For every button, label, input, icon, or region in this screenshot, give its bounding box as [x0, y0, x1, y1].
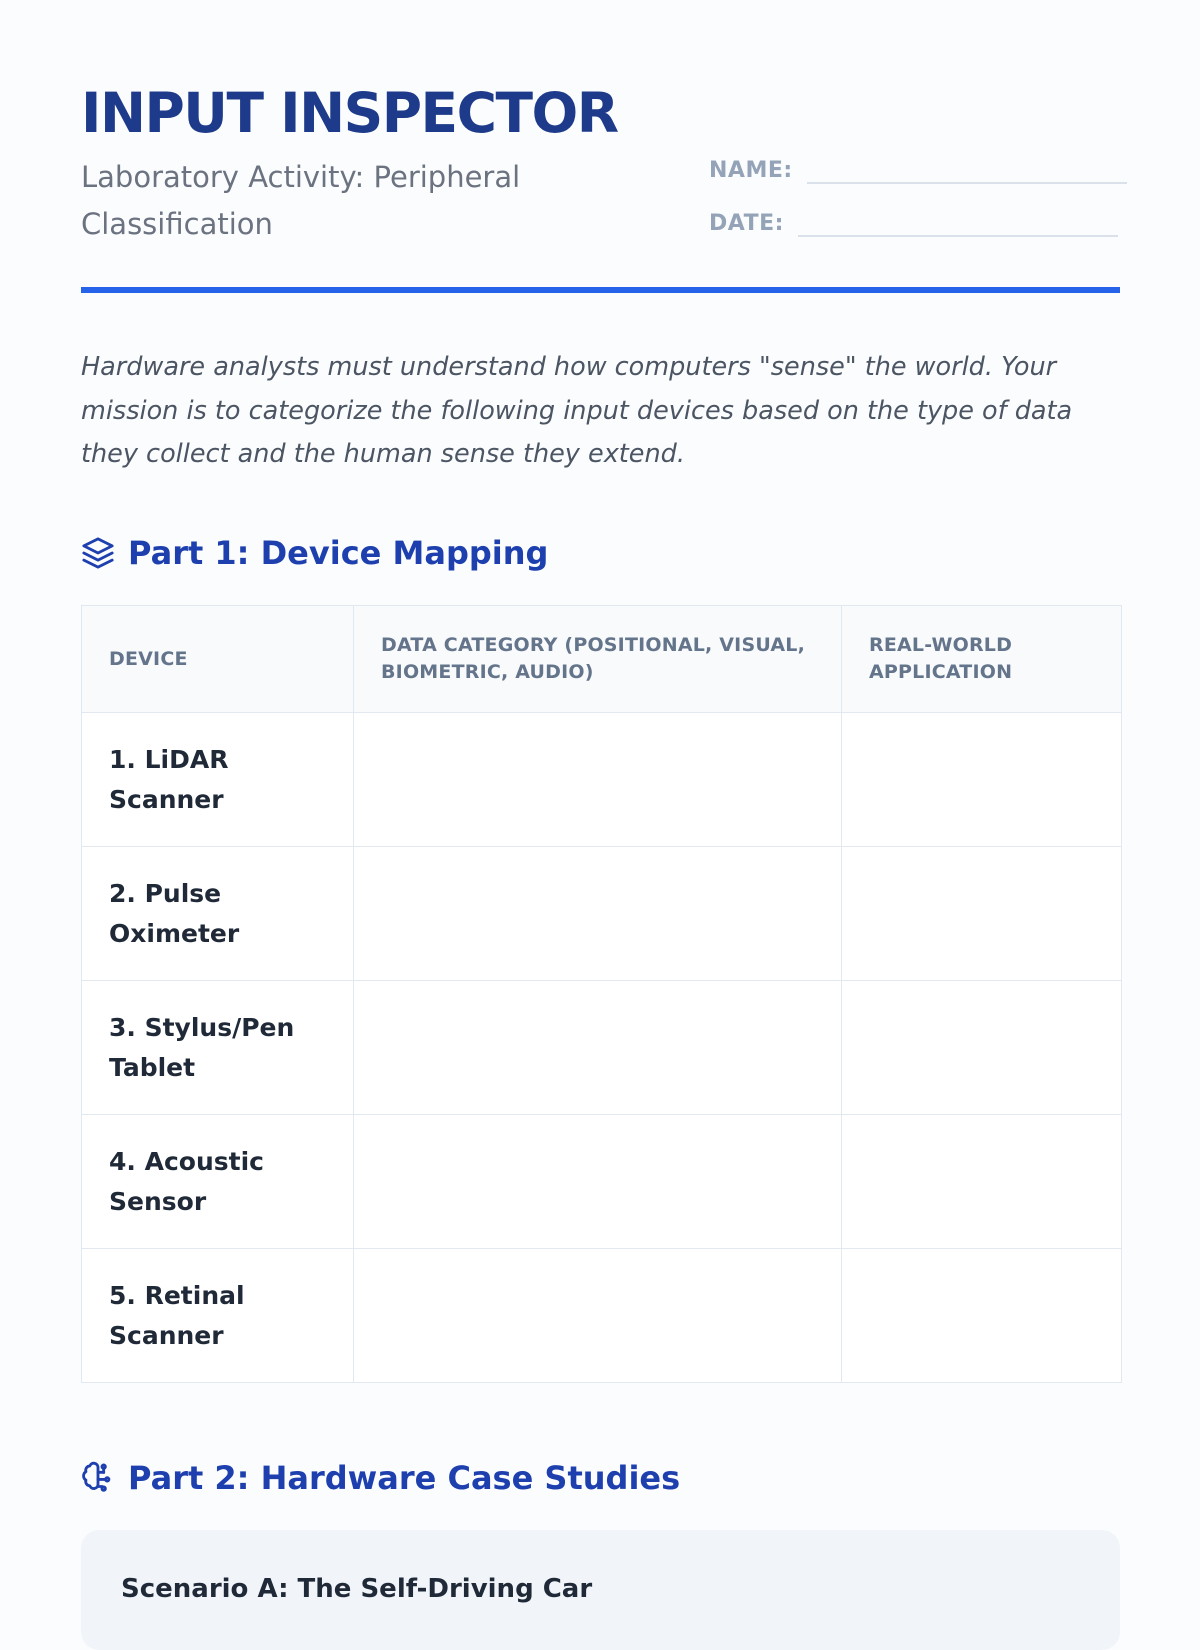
intro-paragraph: Hardware analysts must understand how co…	[81, 352, 1073, 469]
category-answer-cell[interactable]	[353, 1114, 842, 1249]
table-row: 5. Retinal Scanner	[81, 1248, 1122, 1383]
layers-icon	[81, 536, 115, 570]
name-label: NAME:	[709, 158, 793, 183]
table-row: 3. Stylus/Pen Tablet	[81, 980, 1122, 1115]
application-answer-cell[interactable]	[841, 712, 1122, 847]
device-mapping-table: DEVICE DATA CATEGORY (POSITIONAL, VISUAL…	[81, 605, 1122, 1383]
part1-heading-text: Part 1: Device Mapping	[128, 534, 549, 572]
brain-circuit-icon	[81, 1461, 115, 1495]
part2-heading: Part 2: Hardware Case Studies	[81, 1459, 680, 1497]
device-cell: 2. Pulse Oximeter	[81, 846, 354, 981]
header-divider	[81, 287, 1120, 293]
table-row: 4. Acoustic Sensor	[81, 1114, 1122, 1249]
table-row: 1. LiDAR Scanner	[81, 712, 1122, 847]
category-answer-cell[interactable]	[353, 846, 842, 981]
date-field: DATE:	[709, 211, 1118, 237]
name-blank-line[interactable]	[806, 158, 1127, 184]
column-header-device: DEVICE	[81, 605, 354, 713]
device-cell: 1. LiDAR Scanner	[81, 712, 354, 847]
scenario-a-card: Scenario A: The Self-Driving Car	[81, 1530, 1120, 1650]
device-cell: 5. Retinal Scanner	[81, 1248, 354, 1383]
date-blank-line[interactable]	[797, 211, 1118, 237]
page-title: INPUT INSPECTOR	[81, 81, 619, 145]
category-answer-cell[interactable]	[353, 1248, 842, 1383]
page-subtitle: Laboratory Activity: Peripheral Classifi…	[81, 160, 521, 241]
table-header-row: DEVICE DATA CATEGORY (POSITIONAL, VISUAL…	[81, 605, 1122, 713]
application-answer-cell[interactable]	[841, 980, 1122, 1115]
application-answer-cell[interactable]	[841, 846, 1122, 981]
part1-heading: Part 1: Device Mapping	[81, 534, 548, 572]
application-answer-cell[interactable]	[841, 1248, 1122, 1383]
device-cell: 4. Acoustic Sensor	[81, 1114, 354, 1249]
application-answer-cell[interactable]	[841, 1114, 1122, 1249]
table-row: 2. Pulse Oximeter	[81, 846, 1122, 981]
date-label: DATE:	[709, 211, 784, 236]
column-header-application: REAL-WORLD APPLICATION	[841, 605, 1122, 713]
device-cell: 3. Stylus/Pen Tablet	[81, 980, 354, 1115]
category-answer-cell[interactable]	[353, 980, 842, 1115]
name-field: NAME:	[709, 158, 1127, 184]
category-answer-cell[interactable]	[353, 712, 842, 847]
part2-heading-text: Part 2: Hardware Case Studies	[128, 1459, 681, 1497]
column-header-data-category: DATA CATEGORY (POSITIONAL, VISUAL, BIOME…	[353, 605, 842, 713]
